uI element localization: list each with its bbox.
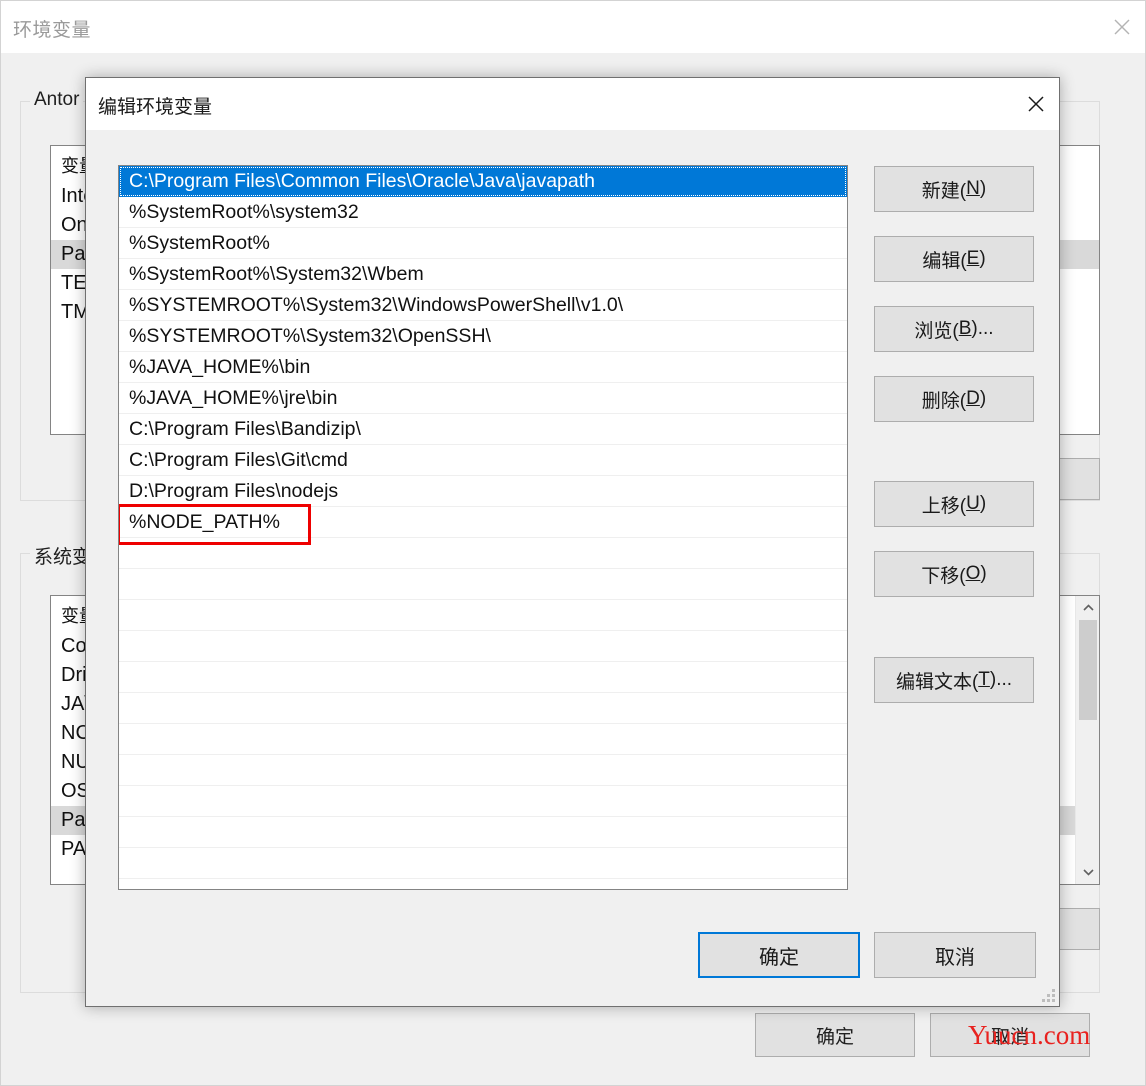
path-entry-row[interactable]: %JAVA_HOME%\jre\bin bbox=[119, 383, 847, 414]
move-up-button-accelerator: U bbox=[966, 493, 980, 514]
edit-text-button[interactable]: 编辑文本(T)... bbox=[874, 657, 1034, 703]
move-down-button-accelerator: O bbox=[965, 563, 981, 584]
edit-environment-variable-dialog: 编辑环境变量 C:\Program Files\Common Files\Ora… bbox=[85, 77, 1060, 1007]
path-entry-row[interactable]: %SYSTEMROOT%\System32\OpenSSH\ bbox=[119, 321, 847, 352]
scrollbar-track[interactable] bbox=[1076, 620, 1099, 860]
dialog-cancel-button[interactable]: 取消 bbox=[874, 932, 1036, 978]
dialog-title: 编辑环境变量 bbox=[98, 97, 213, 118]
path-entry-row[interactable] bbox=[119, 662, 847, 693]
path-entry-row[interactable]: D:\Program Files\nodejs bbox=[119, 476, 847, 507]
path-entry-text: C:\Program Files\Bandizip\ bbox=[129, 418, 361, 440]
move-up-button-label-post: ) bbox=[979, 493, 987, 514]
path-entry-row[interactable]: %SystemRoot% bbox=[119, 228, 847, 259]
browse-button-label-pre: 浏览( bbox=[914, 320, 959, 342]
system-variables-scrollbar[interactable] bbox=[1075, 596, 1099, 884]
path-entry-text: C:\Program Files\Common Files\Oracle\Jav… bbox=[129, 170, 595, 192]
delete-button-label-pre: 删除( bbox=[921, 390, 967, 412]
browse-button-label-post: )... bbox=[971, 318, 994, 339]
path-entry-row[interactable] bbox=[119, 600, 847, 631]
path-entry-text: %SystemRoot%\System32\Wbem bbox=[129, 263, 424, 285]
user-variables-group-label: Antor bbox=[30, 89, 84, 111]
move-up-button[interactable]: 上移(U) bbox=[874, 481, 1034, 527]
edit-button-label-pre: 编辑( bbox=[922, 250, 967, 272]
edit-text-button-label-post: )... bbox=[989, 669, 1013, 690]
edit-text-button-accelerator: T bbox=[978, 669, 990, 690]
path-entry-row[interactable] bbox=[119, 755, 847, 786]
path-entry-row[interactable] bbox=[119, 817, 847, 848]
move-down-button-label-pre: 下移( bbox=[921, 565, 966, 587]
chevron-up-icon[interactable] bbox=[1076, 596, 1099, 620]
path-entry-row[interactable]: %SYSTEMROOT%\System32\WindowsPowerShell\… bbox=[119, 290, 847, 321]
background-window-titlebar: 环境变量 bbox=[1, 1, 1145, 53]
path-entry-row[interactable] bbox=[119, 786, 847, 817]
path-entry-text: %SYSTEMROOT%\System32\OpenSSH\ bbox=[129, 325, 491, 347]
delete-button-label-post: ) bbox=[979, 388, 987, 409]
path-entry-row[interactable] bbox=[119, 569, 847, 600]
browse-button-accelerator: B bbox=[958, 318, 972, 339]
chevron-down-icon[interactable] bbox=[1076, 860, 1099, 884]
edit-text-button-label-pre: 编辑文本( bbox=[895, 671, 979, 693]
path-entry-row[interactable]: C:\Program Files\Common Files\Oracle\Jav… bbox=[119, 166, 847, 197]
path-entry-text: D:\Program Files\nodejs bbox=[129, 480, 339, 502]
path-entry-text: %SYSTEMROOT%\System32\WindowsPowerShell\… bbox=[129, 294, 624, 316]
path-entry-text: %NODE_PATH% bbox=[129, 511, 280, 533]
path-entry-row[interactable]: C:\Program Files\Git\cmd bbox=[119, 445, 847, 476]
path-entry-text: %SystemRoot% bbox=[129, 232, 270, 254]
new-button-accelerator: N bbox=[966, 178, 980, 199]
delete-button-accelerator: D bbox=[966, 388, 980, 409]
scrollbar-thumb[interactable] bbox=[1079, 620, 1097, 720]
path-entry-row[interactable] bbox=[119, 693, 847, 724]
path-entry-row[interactable] bbox=[119, 538, 847, 569]
path-entry-row[interactable] bbox=[119, 848, 847, 879]
path-entry-row[interactable] bbox=[119, 631, 847, 662]
path-entry-text: %JAVA_HOME%\bin bbox=[129, 356, 311, 378]
path-entry-row[interactable]: C:\Program Files\Bandizip\ bbox=[119, 414, 847, 445]
new-button[interactable]: 新建(N) bbox=[874, 166, 1034, 212]
path-entry-text: %SystemRoot%\system32 bbox=[129, 201, 359, 223]
path-entry-row[interactable]: %JAVA_HOME%\bin bbox=[119, 352, 847, 383]
new-button-label-pre: 新建( bbox=[921, 180, 967, 202]
resize-grip-icon[interactable] bbox=[1042, 989, 1056, 1003]
browse-button[interactable]: 浏览(B)... bbox=[874, 306, 1034, 352]
path-entry-row[interactable]: %SystemRoot%\System32\Wbem bbox=[119, 259, 847, 290]
path-entry-row[interactable] bbox=[119, 724, 847, 755]
edit-button-accelerator: E bbox=[966, 248, 980, 269]
new-button-label-post: ) bbox=[979, 178, 987, 199]
dialog-titlebar: 编辑环境变量 bbox=[86, 78, 1059, 130]
close-icon[interactable] bbox=[1099, 1, 1145, 53]
dialog-ok-button[interactable]: 确定 bbox=[698, 932, 860, 978]
path-entry-text: %JAVA_HOME%\jre\bin bbox=[129, 387, 338, 409]
close-icon[interactable] bbox=[1013, 78, 1059, 130]
path-entries-list[interactable]: C:\Program Files\Common Files\Oracle\Jav… bbox=[118, 165, 848, 890]
watermark: Yuucn.com bbox=[968, 1020, 1091, 1050]
path-entry-row[interactable]: %SystemRoot%\system32 bbox=[119, 197, 847, 228]
move-down-button[interactable]: 下移(O) bbox=[874, 551, 1034, 597]
background-window-title: 环境变量 bbox=[13, 20, 92, 41]
delete-button[interactable]: 删除(D) bbox=[874, 376, 1034, 422]
path-entry-text: C:\Program Files\Git\cmd bbox=[129, 449, 348, 471]
path-entry-row[interactable]: %NODE_PATH% bbox=[119, 504, 847, 545]
move-up-button-label-pre: 上移( bbox=[921, 495, 967, 517]
background-ok-button[interactable]: 确定 bbox=[755, 1013, 915, 1057]
edit-button-label-post: ) bbox=[979, 248, 986, 269]
move-down-button-label-post: ) bbox=[980, 563, 987, 584]
edit-button[interactable]: 编辑(E) bbox=[874, 236, 1034, 282]
